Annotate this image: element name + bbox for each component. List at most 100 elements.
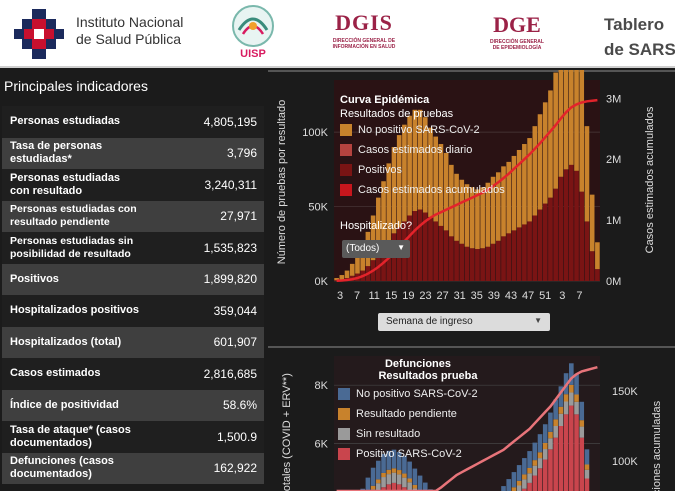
bar-positivos <box>443 230 449 281</box>
x-tick-label: 23 <box>419 290 431 302</box>
bar-positivos <box>595 269 600 281</box>
bar-positivos <box>490 243 496 281</box>
indicator-row[interactable]: Índice de positividad 58.6% <box>2 389 264 421</box>
bar-no-positivo <box>569 70 574 165</box>
chart1-title: Curva Epidémica <box>340 94 430 106</box>
legend-item-no-positivo[interactable]: No positivo SARS-CoV-2 <box>340 120 536 140</box>
bar-sin-resultado <box>548 438 553 450</box>
legend-label: Resultado pendiente <box>356 408 457 420</box>
y2-axis-title: Casos estimados acumulados <box>644 106 656 253</box>
chevron-down-icon: ▼ <box>397 243 405 252</box>
bar-positivos <box>569 164 574 281</box>
y2-tick-label: 3M <box>606 93 621 105</box>
indicator-row[interactable]: Personas estudiadas con resultado 3,240,3… <box>2 169 264 201</box>
indicator-label: Personas estudiadas con resultado pendie… <box>2 200 142 232</box>
bar-sin-resultado <box>381 477 386 488</box>
bar-positivos <box>537 209 543 281</box>
legend-label: Sin resultado <box>356 428 421 440</box>
bar-positivo <box>537 468 543 491</box>
legend-swatch <box>340 184 352 196</box>
x-tick-label: 31 <box>454 290 466 302</box>
insp-name: Instituto Nacional de Salud Pública <box>76 14 183 48</box>
y-tick-label: 6K <box>315 439 329 451</box>
x-tick-label: 15 <box>385 290 397 302</box>
bar-positivos <box>574 170 579 281</box>
legend-item-pendiente[interactable]: Resultado pendiente <box>338 404 534 424</box>
deaths-chart[interactable]: 4K6K8K100K150Ks totales (COVID + ERV**)c… <box>268 346 675 491</box>
bar-positivos <box>579 191 585 281</box>
bar-no-positivo <box>370 467 376 486</box>
indicator-row[interactable]: Hospitalizados (total) 601,907 <box>2 326 264 358</box>
legend-item-no-positivo[interactable]: No positivo SARS-CoV-2 <box>338 384 534 404</box>
bar-no-positivo <box>339 275 345 280</box>
hospitalizado-dropdown-value: (Todos) <box>346 243 380 254</box>
bar-positivos <box>475 248 480 281</box>
bar-positivos <box>589 251 595 281</box>
indicator-label: Casos estimados <box>2 358 142 390</box>
bar-no-positivo <box>584 126 590 222</box>
bar-no-positivo <box>501 486 506 491</box>
x-tick-label: 3 <box>337 290 343 302</box>
indicator-row[interactable]: Positivos 1,899,820 <box>2 263 264 295</box>
semana-ingreso-dropdown-value: Semana de ingreso <box>386 316 473 327</box>
header-banner: Instituto Nacional de Salud Pública UISP… <box>0 0 675 68</box>
bar-no-positivo <box>537 434 543 453</box>
insp-line-2: de Salud Pública <box>76 31 182 47</box>
bar-positivos <box>553 188 558 281</box>
bar-pendiente <box>569 384 574 393</box>
bar-positivos <box>548 197 553 281</box>
bar-pendiente <box>381 472 386 478</box>
legend-item-positivos[interactable]: Positivos <box>340 160 536 180</box>
bar-positivo <box>532 475 538 491</box>
bar-sin-resultado <box>522 479 527 489</box>
legend-item-casos-diario[interactable]: Casos estimados diario <box>340 140 536 160</box>
indicator-row[interactable]: Tasa de ataque* (casos documentados) 1,50… <box>2 421 264 453</box>
indicator-label: Hospitalizados positivos <box>2 295 142 327</box>
indicators-title: Principales indicadores <box>4 78 148 94</box>
dgis-logo: DGIS DIRECCIÓN GENERAL DE INFORMACIÓN EN… <box>322 10 406 50</box>
indicator-row[interactable]: Personas estudiadas sin posibilidad de r… <box>2 232 264 264</box>
bar-no-positivo <box>355 255 360 274</box>
bar-no-positivo <box>516 465 522 481</box>
bar-sin-resultado <box>558 413 564 426</box>
indicator-row[interactable]: Defunciones (casos documentados) 162,922 <box>2 452 264 484</box>
uisp-label: UISP <box>240 48 266 60</box>
chart2-title: Defunciones <box>384 358 451 370</box>
indicator-value: 1,535,823 <box>142 232 264 264</box>
y2-tick-label: 100K <box>612 456 638 468</box>
legend-item-positivo[interactable]: Positivo SARS-CoV-2 <box>338 444 534 464</box>
bar-positivos <box>563 169 569 281</box>
indicator-label: Positivos <box>2 263 142 295</box>
bar-positivos <box>485 246 491 281</box>
y-tick-label: 0K <box>315 276 329 288</box>
bar-sin-resultado <box>396 474 402 485</box>
indicator-row[interactable]: Personas estudiadas 4,805,195 <box>2 106 264 138</box>
legend-item-sin-resultado[interactable]: Sin resultado <box>338 424 534 444</box>
bar-positivo <box>563 414 569 491</box>
legend-item-casos-acumulados[interactable]: Casos estimados acumulados <box>340 180 536 200</box>
bar-positivo <box>553 437 558 491</box>
indicators-panel: Principales indicadores Personas estudia… <box>0 70 266 491</box>
bar-sin-resultado <box>542 449 548 460</box>
bar-no-positivo <box>365 477 371 491</box>
dge-sub-2: DE EPIDEMIOLOGÍA <box>492 45 542 51</box>
semana-ingreso-dropdown[interactable]: Semana de ingreso ▼ <box>378 313 550 331</box>
hospitalizado-dropdown[interactable]: (Todos) ▼ <box>342 240 410 258</box>
indicator-value: 4,805,195 <box>142 106 264 138</box>
bar-pendiente <box>584 464 590 470</box>
indicator-row[interactable]: Personas estudiadas con resultado pendie… <box>2 200 264 232</box>
indicator-row[interactable]: Casos estimados 2,816,685 <box>2 358 264 390</box>
bar-sin-resultado <box>537 458 543 469</box>
y-axis-title: s totales (COVID + ERV**) <box>281 373 293 491</box>
indicator-row[interactable]: Hospitalizados positivos 359,044 <box>2 295 264 327</box>
bar-pendiente <box>527 468 532 474</box>
x-tick-label: 19 <box>402 290 414 302</box>
bar-positivo <box>558 426 564 491</box>
legend-swatch <box>338 428 350 440</box>
indicator-row[interactable]: Tasa de personas estudiadas* 3,796 <box>2 137 264 169</box>
bar-sin-resultado <box>402 477 407 488</box>
epidemic-curve-chart[interactable]: 0K 50K 100K 0M 1M 2M 3M 3 7 11 15 19 23 27 31 35 39 43 47 5… <box>268 70 675 338</box>
bar-no-positivo <box>344 270 350 279</box>
bar-no-positivo <box>548 90 553 198</box>
uisp-emblem-icon <box>232 5 274 47</box>
